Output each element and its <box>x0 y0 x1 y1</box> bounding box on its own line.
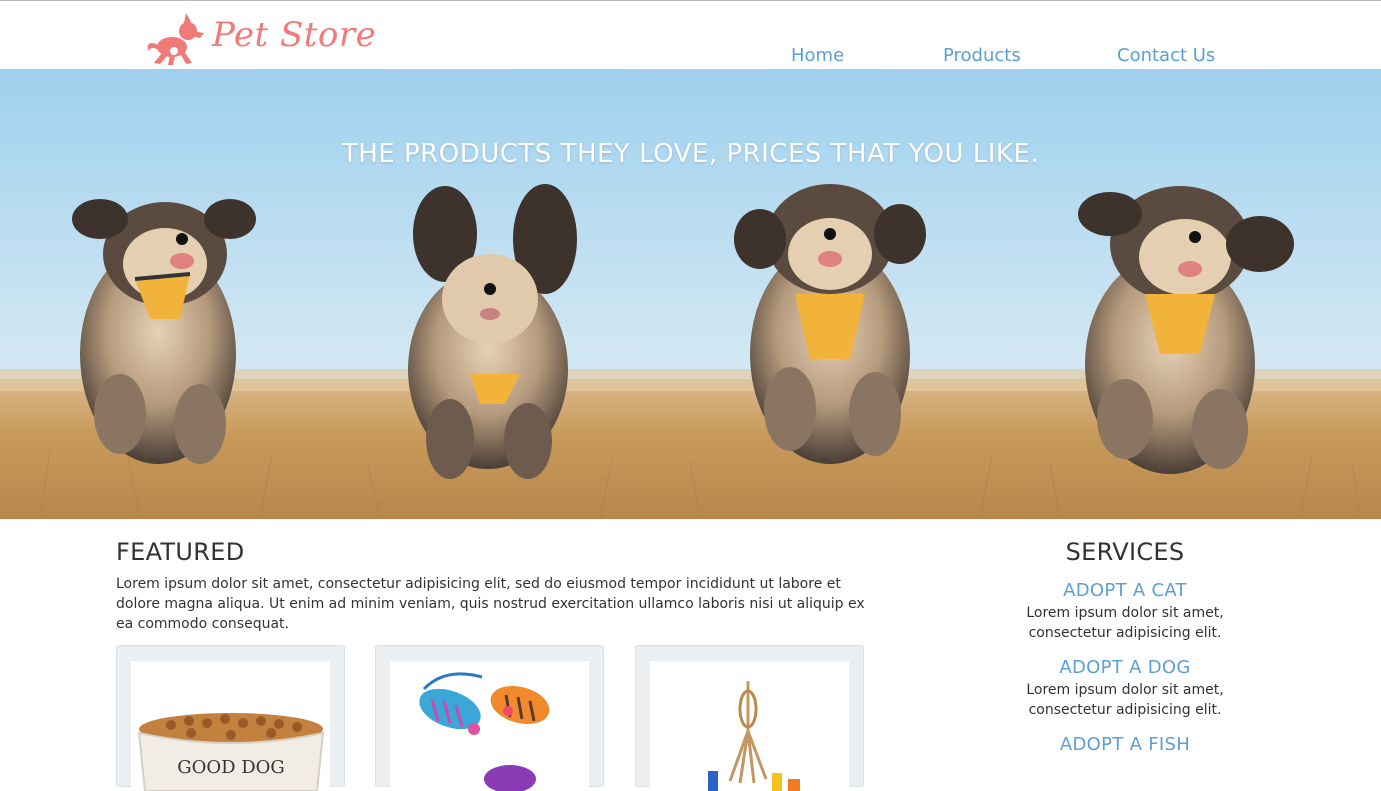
nav-home-link[interactable]: Home <box>791 45 844 66</box>
dog-food-bowl-icon: GOOD DOG <box>137 713 325 791</box>
service-adopt-cat-description: Lorem ipsum dolor sit amet, consectetur … <box>1026 605 1224 641</box>
bowl-label: GOOD DOG <box>177 757 285 778</box>
service-adopt-cat-link[interactable]: ADOPT A CAT <box>985 580 1265 601</box>
hero-tagline: THE PRODUCTS THEY LOVE, PRICES THAT YOU … <box>341 139 1040 169</box>
hero-banner: THE PRODUCTS THEY LOVE, PRICES THAT YOU … <box>0 69 1381 519</box>
product-card[interactable] <box>375 645 604 791</box>
featured-section: FEATURED Lorem ipsum dolor sit amet, con… <box>116 538 866 634</box>
service-adopt-dog-link[interactable]: ADOPT A DOG <box>985 657 1265 678</box>
site-header: Pet Store Home Products Contact Us <box>0 1 1381 69</box>
product-image-bird-toy <box>650 661 849 791</box>
hero-photo-running-dogs <box>0 69 1381 519</box>
service-adopt-dog-description: Lorem ipsum dolor sit amet, consectetur … <box>1026 682 1224 718</box>
featured-description: Lorem ipsum dolor sit amet, consectetur … <box>116 576 865 632</box>
featured-title: FEATURED <box>116 538 245 566</box>
product-card[interactable] <box>635 645 864 791</box>
toy-mice-icon <box>419 672 550 791</box>
nav-products-link[interactable]: Products <box>943 45 1021 66</box>
bird-rope-toy-icon <box>708 681 800 791</box>
main-nav: Home Products Contact Us <box>0 45 1381 69</box>
product-image-dog-bowl: GOOD DOG <box>131 661 330 791</box>
product-image-toy-mice <box>390 661 589 791</box>
product-grid: GOOD DOG <box>116 645 876 791</box>
services-title: SERVICES <box>1065 538 1185 566</box>
product-card[interactable]: GOOD DOG <box>116 645 345 791</box>
services-section: SERVICES ADOPT A CAT Lorem ipsum dolor s… <box>985 538 1265 755</box>
service-adopt-fish-link[interactable]: ADOPT A FISH <box>985 734 1265 755</box>
nav-contact-link[interactable]: Contact Us <box>1117 45 1215 66</box>
